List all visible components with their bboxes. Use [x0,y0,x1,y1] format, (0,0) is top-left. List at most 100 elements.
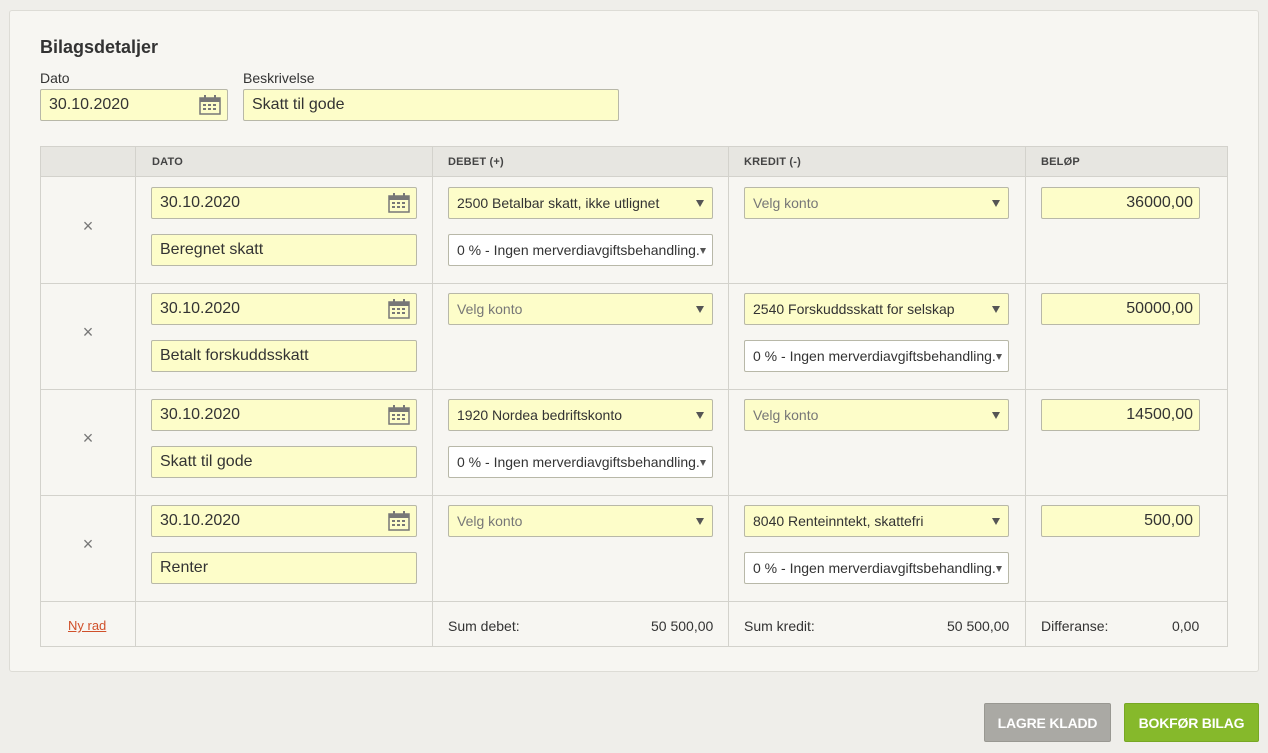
row-date-field[interactable]: 30.10.2020 [151,293,417,325]
description-field-value: Skatt til gode [252,96,345,113]
kredit-vat-select[interactable]: 0 % - Ingen merverdiavgiftsbehandling. [744,340,1009,372]
debet-account-value: 1920 Nordea bedriftskonto [457,407,622,423]
delete-row-icon[interactable]: × [81,217,95,235]
chevron-down-icon [700,460,706,466]
kredit-account-select[interactable]: Velg konto [744,187,1009,219]
kredit-vat-value: 0 % - Ingen merverdiavgiftsbehandling. [753,348,996,364]
table-header: DATO DEBET (+) KREDIT (-) BELØP [41,147,1227,177]
voucher-details-panel: Bilagsdetaljer Dato Beskrivelse 30.10.20… [9,10,1259,672]
row-date-field[interactable]: 30.10.2020 [151,505,417,537]
save-draft-button[interactable]: LAGRE KLADD [984,703,1111,742]
column-divider [728,147,729,646]
calendar-icon[interactable] [388,193,410,213]
calendar-icon[interactable] [388,405,410,425]
calendar-icon[interactable] [388,299,410,319]
column-header-debet: DEBET (+) [448,156,504,168]
debet-vat-select[interactable]: 0 % - Ingen merverdiavgiftsbehandling. [448,446,713,478]
row-date-field[interactable]: 30.10.2020 [151,399,417,431]
debet-account-value: Velg konto [457,301,523,317]
column-divider [432,147,433,646]
row-description-value: Skatt til gode [160,453,253,470]
chevron-down-icon [696,200,704,207]
row-description-value: Betalt forskuddsskatt [160,347,309,364]
chevron-down-icon [992,412,1000,419]
row-divider [41,283,1227,284]
entries-table: DATO DEBET (+) KREDIT (-) BELØP × 30.10.… [40,146,1228,647]
column-header-kredit: KREDIT (-) [744,156,801,168]
description-field[interactable]: Skatt til gode [243,89,619,121]
date-label: Dato [40,70,70,86]
debet-account-value: Velg konto [457,513,523,529]
kredit-account-select[interactable]: 2540 Forskuddsskatt for selskap [744,293,1009,325]
kredit-vat-value: 0 % - Ingen merverdiavgiftsbehandling. [753,560,996,576]
chevron-down-icon [996,566,1002,572]
row-description-field[interactable]: Renter [151,552,417,584]
delete-row-icon[interactable]: × [81,429,95,447]
chevron-down-icon [696,412,704,419]
chevron-down-icon [992,518,1000,525]
sum-debet-label: Sum debet: [448,618,520,634]
debet-vat-value: 0 % - Ingen merverdiavgiftsbehandling. [457,454,700,470]
debet-account-value: 2500 Betalbar skatt, ikke utlignet [457,195,660,211]
row-divider [41,601,1227,602]
row-description-field[interactable]: Betalt forskuddsskatt [151,340,417,372]
debet-account-select[interactable]: Velg konto [448,505,713,537]
date-field[interactable]: 30.10.2020 [40,89,228,121]
amount-value: 500,00 [1144,512,1193,529]
chevron-down-icon [992,200,1000,207]
kredit-account-value: Velg konto [753,195,819,211]
chevron-down-icon [696,306,704,313]
row-date-value: 30.10.2020 [160,194,241,211]
row-date-value: 30.10.2020 [160,512,241,529]
debet-account-select[interactable]: 1920 Nordea bedriftskonto [448,399,713,431]
debet-account-select[interactable]: 2500 Betalbar skatt, ikke utlignet [448,187,713,219]
kredit-account-value: 8040 Renteinntekt, skattefri [753,513,924,529]
chevron-down-icon [700,248,706,254]
panel-title: Bilagsdetaljer [40,37,159,57]
column-divider [135,147,136,646]
description-label: Beskrivelse [243,70,315,86]
kredit-account-select[interactable]: 8040 Renteinntekt, skattefri [744,505,1009,537]
calendar-icon[interactable] [388,511,410,531]
delete-row-icon[interactable]: × [81,535,95,553]
amount-field[interactable]: 500,00 [1041,505,1200,537]
kredit-account-value: Velg konto [753,407,819,423]
sum-kredit-label: Sum kredit: [744,618,815,634]
amount-value: 50000,00 [1126,300,1193,317]
row-description-value: Renter [160,559,209,576]
difference-label: Differanse: [1041,618,1109,634]
date-field-value: 30.10.2020 [49,96,130,113]
amount-field[interactable]: 50000,00 [1041,293,1200,325]
amount-field[interactable]: 36000,00 [1041,187,1200,219]
new-row-link[interactable]: Ny rad [68,618,106,633]
kredit-vat-select[interactable]: 0 % - Ingen merverdiavgiftsbehandling. [744,552,1009,584]
row-divider [41,495,1227,496]
column-header-amount: BELØP [1041,156,1080,168]
post-voucher-button[interactable]: BOKFØR BILAG [1124,703,1259,742]
kredit-account-select[interactable]: Velg konto [744,399,1009,431]
chevron-down-icon [996,354,1002,360]
calendar-icon[interactable] [199,95,221,115]
row-date-value: 30.10.2020 [160,406,241,423]
row-description-field[interactable]: Skatt til gode [151,446,417,478]
sum-debet-value: 50 500,00 [651,618,714,634]
row-date-value: 30.10.2020 [160,300,241,317]
delete-row-icon[interactable]: × [81,323,95,341]
chevron-down-icon [992,306,1000,313]
row-description-field[interactable]: Beregnet skatt [151,234,417,266]
difference-value: 0,00 [1172,618,1200,634]
column-header-date: DATO [152,156,183,168]
column-divider [1025,147,1026,646]
row-description-value: Beregnet skatt [160,241,264,258]
debet-vat-select[interactable]: 0 % - Ingen merverdiavgiftsbehandling. [448,234,713,266]
amount-field[interactable]: 14500,00 [1041,399,1200,431]
debet-account-select[interactable]: Velg konto [448,293,713,325]
chevron-down-icon [696,518,704,525]
debet-vat-value: 0 % - Ingen merverdiavgiftsbehandling. [457,242,700,258]
row-date-field[interactable]: 30.10.2020 [151,187,417,219]
amount-value: 36000,00 [1126,194,1193,211]
row-divider [41,389,1227,390]
kredit-account-value: 2540 Forskuddsskatt for selskap [753,301,955,317]
amount-value: 14500,00 [1126,406,1193,423]
sum-kredit-value: 50 500,00 [947,618,1010,634]
